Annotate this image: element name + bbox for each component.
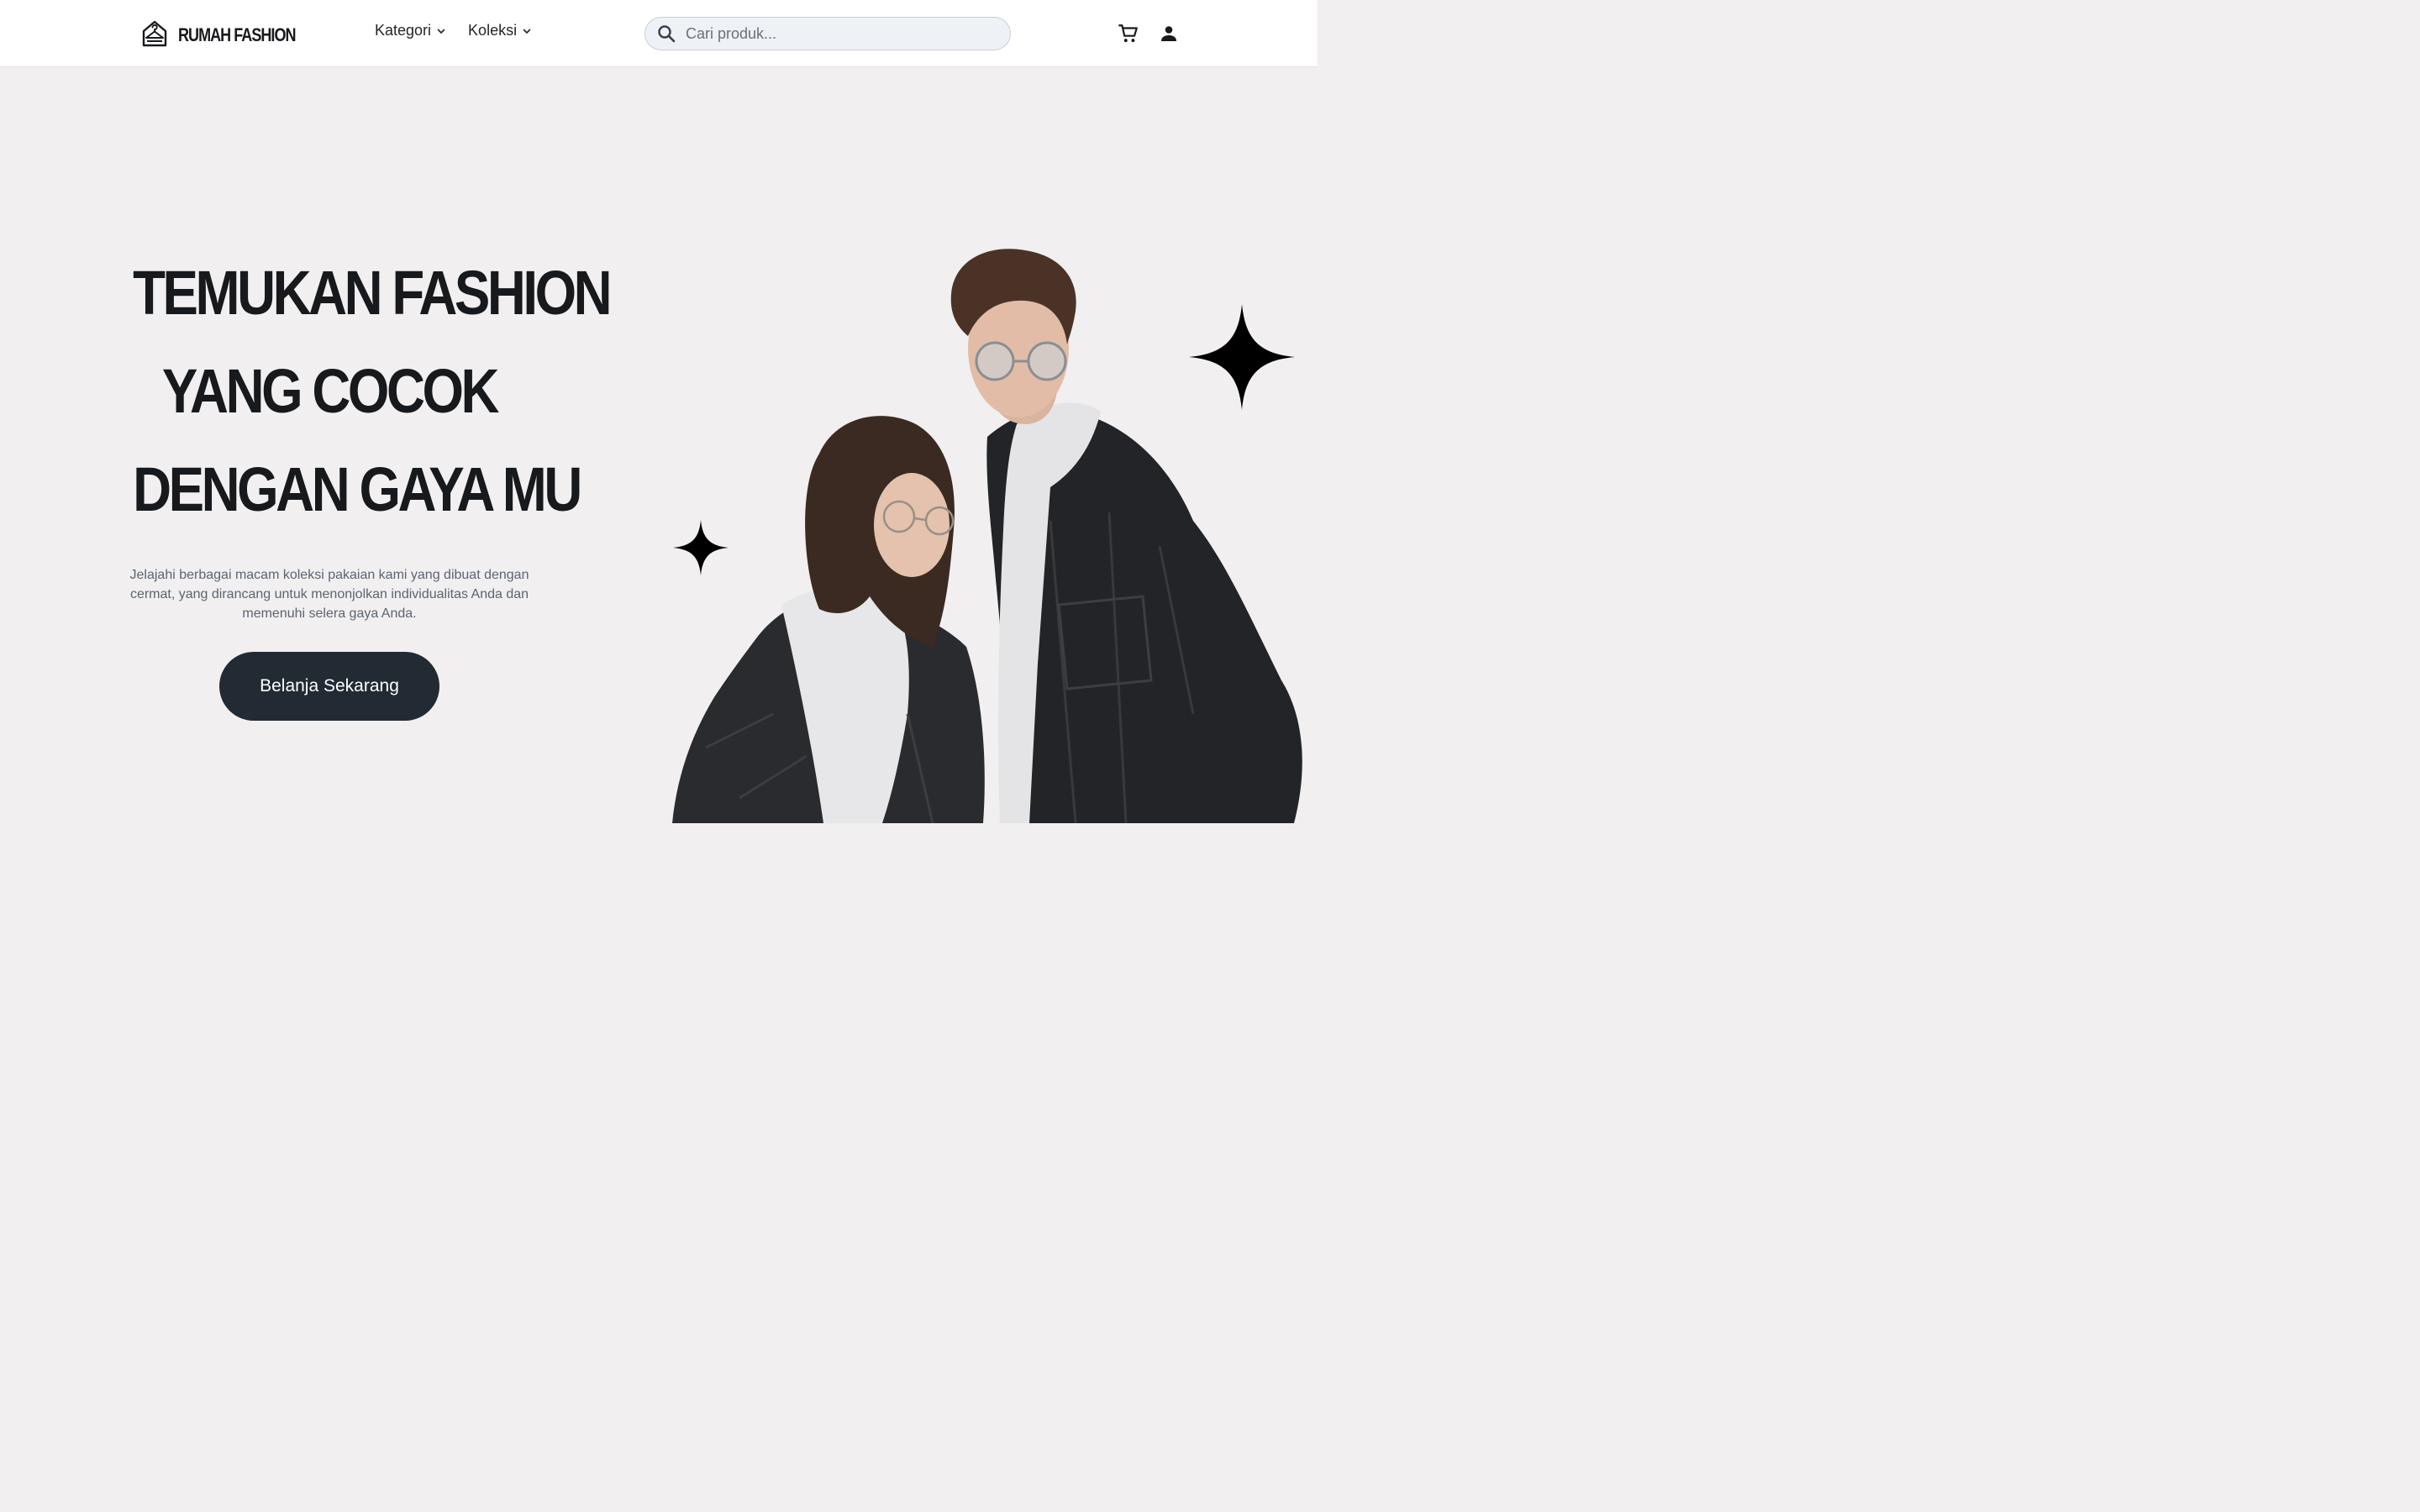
brand-name: RUMAH FASHION (178, 24, 297, 45)
chevron-down-icon (437, 29, 445, 34)
hero-heading: TEMUKAN FASHION YANG COCOK DENGAN GAYA M… (101, 244, 613, 538)
search-input[interactable] (684, 24, 990, 44)
hero-description: Jelajahi berbagai macam koleksi pakaian … (129, 568, 529, 621)
cart-icon (1118, 24, 1138, 43)
hero-heading-line: DENGAN GAYA MU (133, 454, 582, 524)
nav-item-koleksi[interactable]: Koleksi (468, 22, 532, 39)
nav-item-kategori[interactable]: Kategori (375, 22, 446, 39)
shop-now-button[interactable]: Belanja Sekarang (219, 652, 439, 721)
hero-models-image (672, 249, 1302, 823)
user-icon (1161, 26, 1176, 41)
nav-item-label: Kategori (375, 22, 432, 39)
brand-logo[interactable]: RUMAH FASHION (141, 18, 321, 49)
search-bar[interactable] (644, 17, 1011, 50)
account-button[interactable] (1158, 23, 1180, 45)
main-nav: Kategori Koleksi (375, 22, 532, 39)
nav-item-label: Koleksi (468, 22, 518, 39)
chevron-down-icon (523, 29, 531, 34)
search-icon (658, 25, 676, 43)
hanger-house-icon (142, 20, 167, 47)
hero-heading-line: YANG COCOK (161, 356, 500, 426)
site-header: RUMAH FASHION Kategori Koleksi (0, 0, 1318, 67)
cart-button[interactable] (1118, 23, 1139, 45)
hero-heading-line: TEMUKAN FASHION (133, 258, 613, 328)
